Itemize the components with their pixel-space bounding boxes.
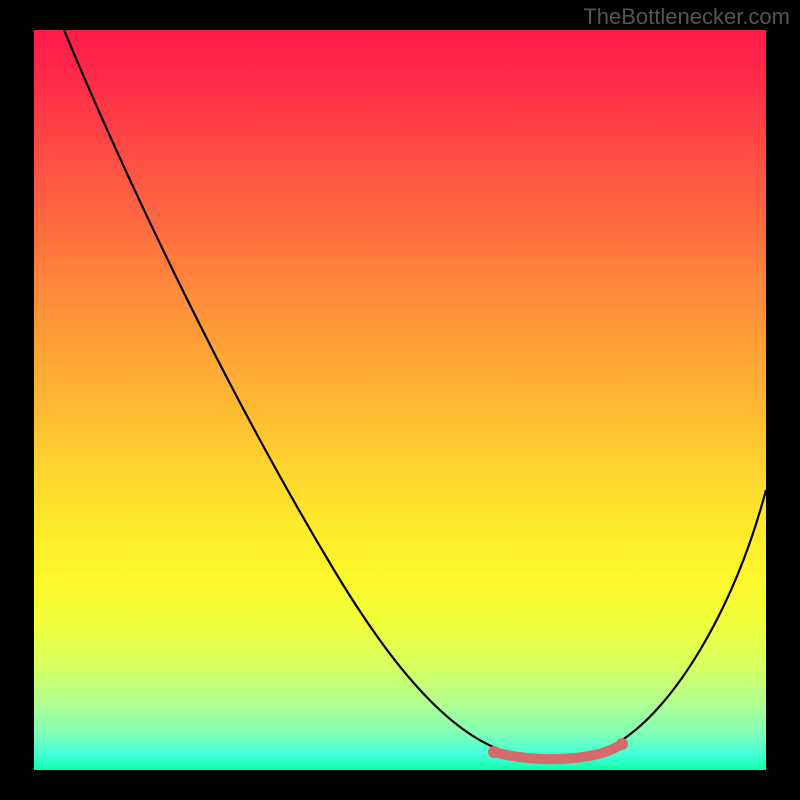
highlight-end-dot — [616, 738, 628, 750]
chart-svg — [34, 30, 766, 770]
curve-line — [64, 30, 766, 758]
highlight-segment — [494, 744, 622, 759]
watermark-text: TheBottlenecker.com — [583, 4, 790, 30]
plot-area — [34, 30, 766, 770]
